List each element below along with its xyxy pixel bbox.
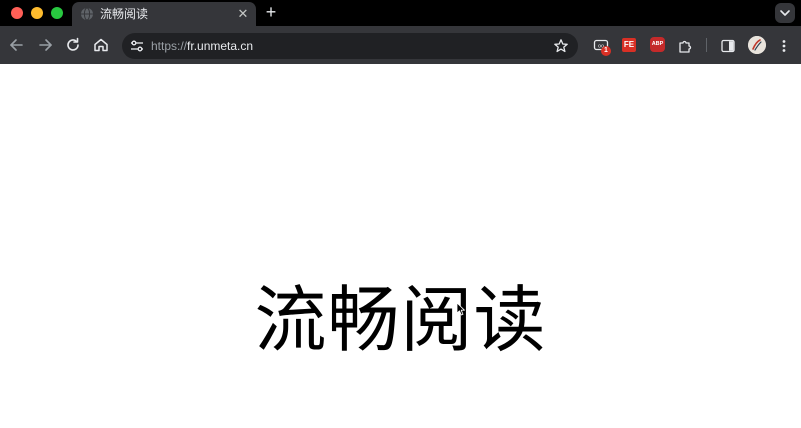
profile-picture (748, 36, 766, 54)
address-bar[interactable]: https://fr.unmeta.cn (122, 33, 578, 59)
extension-badge: 1 (601, 46, 611, 56)
fe-extension-icon[interactable]: FE (622, 38, 636, 52)
arrow-right-icon[interactable] (35, 35, 55, 55)
tab-strip: 流畅阅读 ✕ + (0, 0, 801, 26)
url-host: fr.unmeta.cn (187, 39, 254, 53)
star-icon[interactable] (553, 38, 569, 54)
window-close-button[interactable] (11, 7, 23, 19)
url-text[interactable]: https://fr.unmeta.cn (151, 38, 253, 54)
avatar[interactable] (748, 36, 766, 54)
active-tab[interactable]: 流畅阅读 ✕ (72, 2, 256, 26)
tune-icon[interactable] (129, 38, 145, 54)
tab-search-button[interactable] (775, 3, 795, 23)
more-vert-icon[interactable] (776, 38, 792, 54)
window-maximize-button[interactable] (51, 7, 63, 19)
chevron-down-icon (780, 10, 790, 16)
arrow-left-icon[interactable] (7, 35, 27, 55)
tab-title: 流畅阅读 (100, 7, 149, 21)
side-panel-icon[interactable] (720, 38, 736, 54)
home-icon[interactable] (91, 35, 111, 55)
globe-icon (81, 7, 93, 21)
abp-extension-icon[interactable]: ABP (650, 37, 665, 52)
page-content: 流畅阅读 (0, 64, 801, 428)
hero-title: 流畅阅读 (254, 278, 547, 362)
reload-icon[interactable] (63, 35, 83, 55)
puzzle-icon[interactable] (677, 38, 693, 54)
window-minimize-button[interactable] (31, 7, 43, 19)
close-icon[interactable]: ✕ (236, 7, 250, 21)
plus-icon[interactable]: + (262, 3, 280, 21)
url-protocol: https:// (151, 39, 188, 53)
toolbar-divider (706, 38, 707, 52)
mouse-cursor-icon (456, 302, 465, 316)
